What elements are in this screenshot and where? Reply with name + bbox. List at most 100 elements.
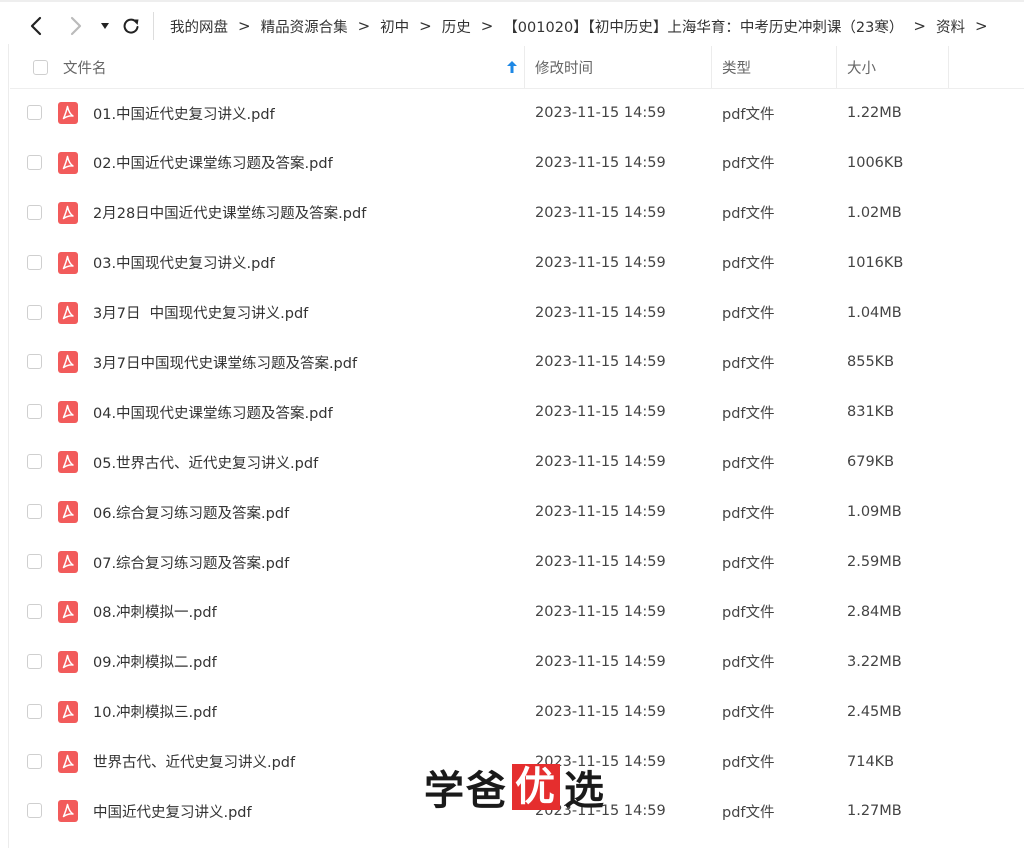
file-name[interactable]: 中国近代史复习讲义.pdf (93, 786, 252, 836)
file-size: 855KB (847, 354, 895, 371)
file-type: pdf文件 (722, 605, 775, 622)
file-row[interactable]: 01.中国近代史复习讲义.pdf 2023-11-15 14:59 pdf文件 … (10, 88, 1024, 138)
file-modified: 2023-11-15 14:59 (535, 154, 666, 171)
file-size: 2.84MB (847, 603, 902, 620)
file-name[interactable]: 3月7日中国现代史课堂练习题及答案.pdf (93, 337, 357, 387)
watermark-text-1: 学爸 (424, 768, 508, 814)
column-size-label: 大小 (847, 60, 876, 77)
file-type: pdf文件 (722, 405, 775, 422)
file-name[interactable]: 08.冲刺模拟一.pdf (93, 587, 217, 637)
left-border (8, 44, 9, 848)
file-name[interactable]: 10.冲刺模拟三.pdf (93, 687, 217, 737)
row-checkbox[interactable] (27, 554, 42, 570)
row-checkbox[interactable] (27, 653, 42, 669)
file-row[interactable]: 3月7日中国现代史课堂练习题及答案.pdf 2023-11-15 14:59 p… (10, 337, 1024, 387)
select-all-checkbox[interactable] (33, 59, 48, 75)
watermark-logo: 学爸 优 选 (424, 762, 606, 814)
row-checkbox[interactable] (27, 254, 42, 270)
breadcrumb-item-junior-high[interactable]: 初中 (380, 16, 409, 37)
file-name[interactable]: 04.中国现代史课堂练习题及答案.pdf (93, 387, 333, 437)
pdf-file-icon (58, 151, 78, 174)
row-checkbox[interactable] (27, 354, 42, 370)
file-type: pdf文件 (722, 555, 775, 572)
toolbar-separator (153, 12, 154, 40)
file-size: 1.02MB (847, 204, 902, 221)
column-header-modified[interactable]: 修改时间 (535, 46, 593, 88)
file-type: pdf文件 (722, 705, 775, 722)
column-header-name[interactable]: 文件名 (63, 46, 523, 88)
file-modified: 2023-11-15 14:59 (535, 354, 666, 371)
file-type: pdf文件 (722, 256, 775, 273)
file-row[interactable]: 3月7日 中国现代史复习讲义.pdf 2023-11-15 14:59 pdf文… (10, 288, 1024, 338)
column-divider[interactable] (948, 46, 949, 88)
row-checkbox[interactable] (27, 154, 42, 170)
column-divider[interactable] (836, 46, 837, 88)
breadcrumb-item-course[interactable]: 【001020】【初中历史】上海华育：中考历史冲刺课（23寒） (503, 16, 903, 37)
row-checkbox[interactable] (27, 105, 42, 120)
file-name[interactable]: 09.冲刺模拟二.pdf (93, 637, 217, 687)
row-checkbox[interactable] (27, 204, 42, 220)
file-name[interactable]: 2月28日中国近代史课堂练习题及答案.pdf (93, 188, 366, 238)
file-size: 1006KB (847, 154, 904, 171)
file-type: pdf文件 (722, 505, 775, 522)
file-row[interactable]: 05.世界古代、近代史复习讲义.pdf 2023-11-15 14:59 pdf… (10, 437, 1024, 487)
breadcrumb-item-my-disk[interactable]: 我的网盘 (170, 16, 228, 37)
file-name[interactable]: 07.综合复习练习题及答案.pdf (93, 537, 289, 587)
file-name[interactable]: 03.中国现代史复习讲义.pdf (93, 238, 275, 288)
pdf-file-icon (58, 201, 78, 224)
file-name[interactable]: 05.世界古代、近代史复习讲义.pdf (93, 437, 318, 487)
forward-button[interactable] (60, 11, 90, 41)
file-size: 3.22MB (847, 653, 902, 670)
pdf-file-icon (58, 650, 78, 673)
row-checkbox[interactable] (27, 803, 42, 819)
column-divider[interactable] (524, 46, 525, 88)
pdf-file-icon (58, 700, 78, 723)
back-button[interactable] (22, 11, 52, 41)
row-checkbox[interactable] (27, 454, 42, 470)
row-checkbox[interactable] (27, 753, 42, 769)
pdf-file-icon (58, 800, 78, 823)
column-modified-label: 修改时间 (535, 60, 593, 77)
file-name[interactable]: 02.中国近代史课堂练习题及答案.pdf (93, 138, 333, 188)
file-row[interactable]: 02.中国近代史课堂练习题及答案.pdf 2023-11-15 14:59 pd… (10, 138, 1024, 188)
row-checkbox[interactable] (27, 504, 42, 520)
chevron-right-icon: > (357, 17, 371, 35)
refresh-icon (123, 18, 139, 34)
navigation-toolbar: 我的网盘 > 精品资源合集 > 初中 > 历史 > 【001020】【初中历史】… (0, 2, 1024, 46)
file-size: 1.04MB (847, 304, 902, 321)
file-name[interactable]: 3月7日 中国现代史复习讲义.pdf (93, 288, 308, 338)
chevron-right-icon (70, 16, 82, 36)
file-row[interactable]: 06.综合复习练习题及答案.pdf 2023-11-15 14:59 pdf文件… (10, 487, 1024, 537)
file-row[interactable]: 03.中国现代史复习讲义.pdf 2023-11-15 14:59 pdf文件 … (10, 238, 1024, 288)
file-size: 2.45MB (847, 703, 902, 720)
row-checkbox[interactable] (27, 304, 42, 320)
breadcrumb-item-collection[interactable]: 精品资源合集 (261, 16, 348, 37)
file-name[interactable]: 06.综合复习练习题及答案.pdf (93, 487, 289, 537)
refresh-button[interactable] (116, 11, 146, 41)
file-type: pdf文件 (722, 655, 775, 672)
file-row[interactable]: 09.冲刺模拟二.pdf 2023-11-15 14:59 pdf文件 3.22… (10, 637, 1024, 687)
row-checkbox[interactable] (27, 404, 42, 420)
file-row[interactable]: 10.冲刺模拟三.pdf 2023-11-15 14:59 pdf文件 2.45… (10, 687, 1024, 737)
history-dropdown-button[interactable] (94, 11, 116, 41)
file-type: pdf文件 (722, 106, 775, 123)
row-checkbox[interactable] (27, 703, 42, 719)
file-row[interactable]: 2月28日中国近代史课堂练习题及答案.pdf 2023-11-15 14:59 … (10, 188, 1024, 238)
select-all-cell (33, 46, 48, 88)
file-row[interactable]: 07.综合复习练习题及答案.pdf 2023-11-15 14:59 pdf文件… (10, 537, 1024, 587)
file-size: 1.09MB (847, 504, 902, 521)
column-header-size[interactable]: 大小 (847, 46, 876, 88)
breadcrumb-item-history[interactable]: 历史 (442, 16, 471, 37)
file-row[interactable]: 08.冲刺模拟一.pdf 2023-11-15 14:59 pdf文件 2.84… (10, 587, 1024, 637)
file-name[interactable]: 世界古代、近代史复习讲义.pdf (93, 737, 295, 787)
column-header-type[interactable]: 类型 (722, 46, 751, 88)
breadcrumb-item-materials[interactable]: 资料 (936, 16, 965, 37)
file-row[interactable]: 04.中国现代史课堂练习题及答案.pdf 2023-11-15 14:59 pd… (10, 387, 1024, 437)
chevron-right-icon: > (913, 17, 926, 35)
file-type: pdf文件 (722, 306, 775, 323)
row-checkbox[interactable] (27, 603, 42, 619)
file-name[interactable]: 01.中国近代史复习讲义.pdf (93, 88, 275, 138)
column-type-label: 类型 (722, 60, 751, 77)
column-divider[interactable] (711, 46, 712, 88)
arrow-up-icon (507, 61, 517, 73)
